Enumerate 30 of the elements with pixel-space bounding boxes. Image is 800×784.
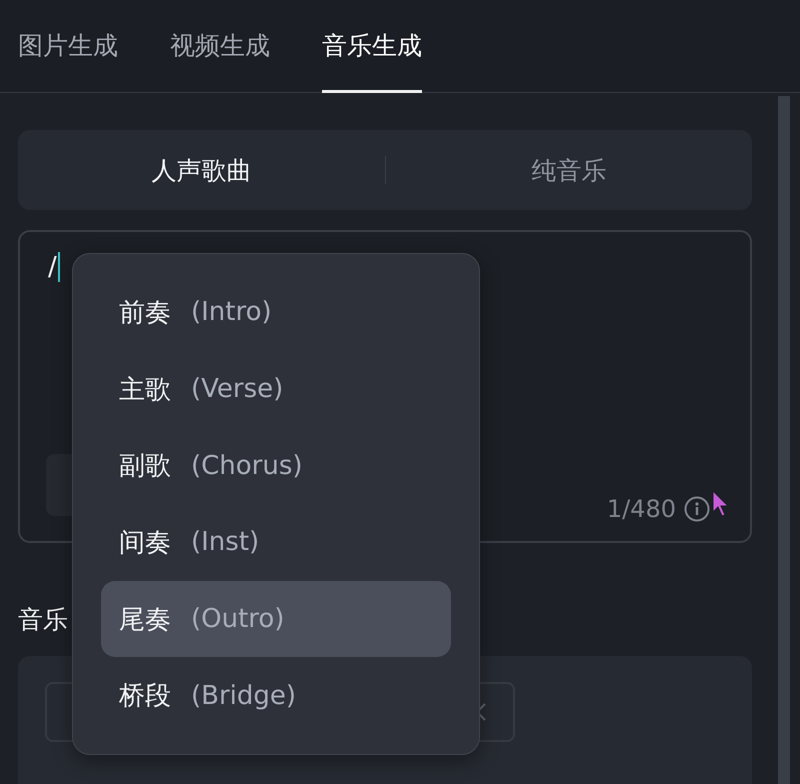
menu-item-tag: (Inst) [191,527,260,558]
character-counter: 1/480 [606,495,676,523]
tab[interactable]: 视频生成 [170,0,270,93]
input-value: / [48,252,57,282]
mouse-pointer-icon [712,490,730,518]
menu-item[interactable]: 副歌 (Chorus) [101,427,451,504]
menu-item-tag: (Chorus) [191,450,303,481]
menu-item-name: 尾奏 [119,604,171,637]
menu-item-name: 主歌 [119,374,171,406]
menu-item-name: 前奏 [119,296,171,330]
menu-item[interactable]: 尾奏 (Outro) [101,580,451,658]
menu-item[interactable]: 间奏 (Inst) [101,504,451,581]
menu-item-tag: (Outro) [191,604,284,634]
mode-option[interactable]: 纯音乐 [386,130,752,210]
tab[interactable]: 音乐生成 [322,0,422,93]
menu-item[interactable]: 主歌 (Verse) [101,350,451,428]
menu-item-tag: (Verse) [191,374,284,404]
menu-item-name: 间奏 [119,526,171,560]
scrollbar[interactable] [778,96,790,784]
menu-item[interactable]: 前奏 (Intro) [101,274,451,351]
tab[interactable]: 图片生成 [18,0,118,93]
menu-item-name: 副歌 [119,450,171,484]
info-icon[interactable] [684,496,710,522]
menu-item[interactable]: 桥段 (Bridge) [101,657,451,734]
mode-option[interactable]: 人声歌曲 [18,130,384,210]
menu-item-tag: (Intro) [191,297,272,328]
menu-item-name: 桥段 [119,680,171,714]
menu-item-tag: (Bridge) [191,680,296,711]
text-caret [58,252,60,282]
section-label: 音乐 [18,604,68,636]
